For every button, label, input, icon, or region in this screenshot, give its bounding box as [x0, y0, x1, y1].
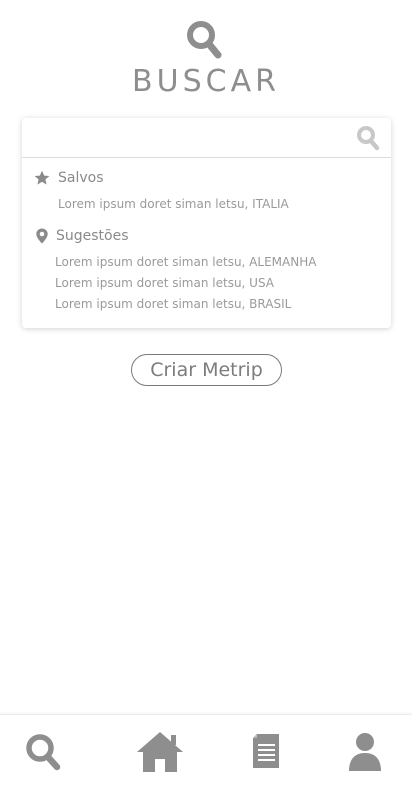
search-bar	[22, 118, 391, 158]
location-pin-icon	[36, 228, 48, 244]
search-icon[interactable]	[356, 125, 380, 151]
search-screen: BUSCAR Salvos Lorem ipsum doret siman le…	[0, 0, 412, 788]
saved-section-header: Salvos	[34, 168, 104, 188]
search-icon	[187, 21, 222, 59]
saved-label: Salvos	[58, 170, 104, 186]
suggestion-item[interactable]: Lorem ipsum doret siman letsu, USA	[55, 276, 274, 290]
create-metrip-button[interactable]: Criar Metrip	[131, 354, 282, 386]
page-title: BUSCAR	[132, 64, 280, 99]
star-icon	[34, 170, 50, 185]
profile-icon	[349, 733, 381, 771]
bottom-nav	[0, 714, 412, 788]
search-icon	[26, 734, 61, 771]
nav-documents[interactable]	[242, 729, 292, 775]
suggestion-item[interactable]: Lorem ipsum doret siman letsu, BRASIL	[55, 297, 291, 311]
nav-profile[interactable]	[340, 729, 390, 775]
suggestions-label: Sugestões	[56, 228, 129, 244]
search-dropdown: Salvos Lorem ipsum doret siman letsu, IT…	[22, 118, 391, 328]
nav-home[interactable]	[135, 729, 185, 775]
suggestions-section-header: Sugestões	[34, 226, 129, 246]
nav-search[interactable]	[19, 729, 69, 775]
home-icon	[137, 732, 183, 772]
search-input[interactable]	[30, 124, 350, 152]
saved-item[interactable]: Lorem ipsum doret siman letsu, ITALIA	[58, 197, 289, 211]
suggestion-item[interactable]: Lorem ipsum doret siman letsu, ALEMANHA	[55, 255, 316, 269]
document-icon	[253, 734, 279, 768]
